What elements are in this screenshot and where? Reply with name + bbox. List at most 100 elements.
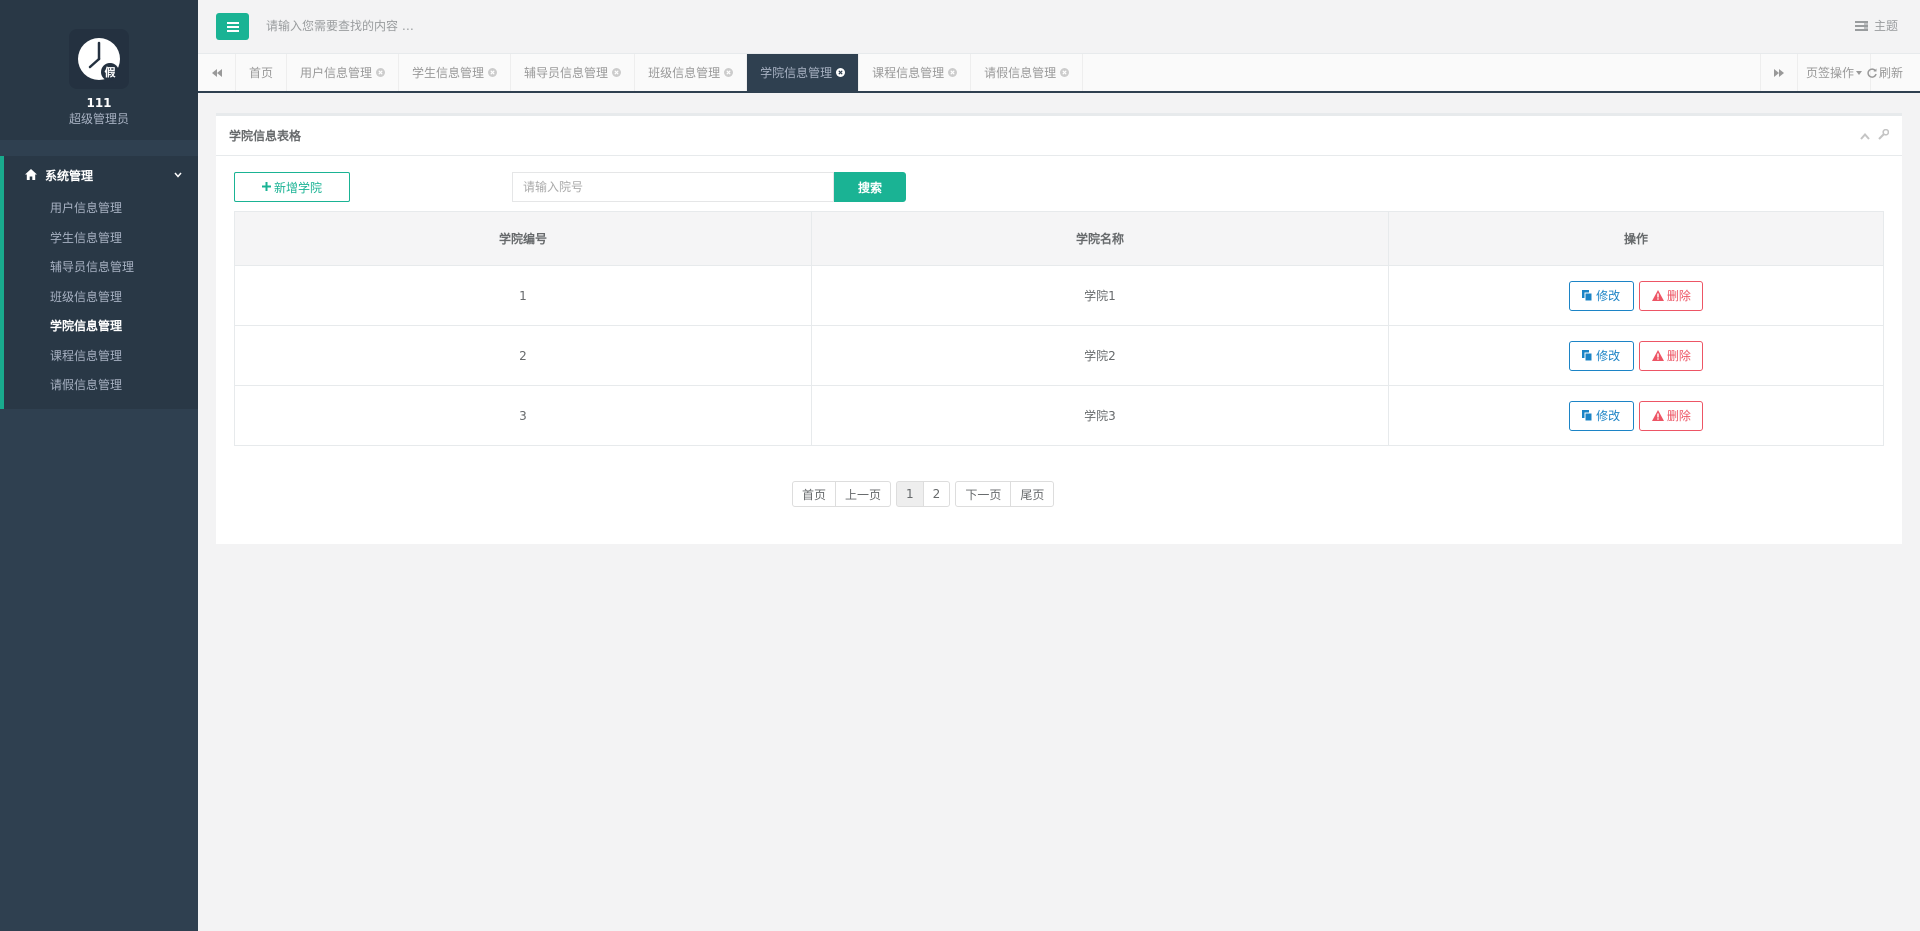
- page-tabs-bar: 首页 用户信息管理 学生信息管理 辅导员信息管理 班级信息管理 学院信息管理 课…: [198, 54, 1920, 93]
- column-header-name: 学院名称: [811, 211, 1389, 266]
- close-icon[interactable]: [724, 68, 734, 77]
- pagination-pages-group: 1 2: [896, 481, 951, 507]
- chevron-down-icon: [174, 172, 182, 178]
- nav-group-label: 系统管理: [45, 168, 94, 183]
- page-button-2[interactable]: 2: [922, 481, 951, 507]
- close-icon[interactable]: [612, 68, 622, 77]
- page-button-1[interactable]: 1: [896, 481, 924, 507]
- app-logo[interactable]: 假: [69, 29, 129, 89]
- panel-tools: [1860, 128, 1890, 143]
- tab-leave[interactable]: 请假信息管理: [971, 54, 1084, 91]
- hamburger-icon: [226, 21, 239, 32]
- delete-label: 删除: [1666, 409, 1691, 423]
- close-icon[interactable]: [836, 68, 846, 77]
- tasks-icon: [1854, 20, 1868, 31]
- edit-label: 修改: [1596, 289, 1621, 303]
- tab-college[interactable]: 学院信息管理: [747, 54, 860, 91]
- tab-operations-dropdown[interactable]: 页签操作: [1798, 54, 1872, 91]
- tab-user[interactable]: 用户信息管理: [287, 54, 400, 91]
- tab-student[interactable]: 学生信息管理: [399, 54, 512, 91]
- pagination-prev-group: 首页 上一页: [792, 481, 892, 507]
- delete-button[interactable]: 删除: [1639, 280, 1704, 311]
- close-icon[interactable]: [488, 68, 498, 77]
- chevron-up-icon[interactable]: [1860, 129, 1870, 143]
- caret-down-icon: [1856, 70, 1863, 75]
- tab-label: 学院信息管理: [760, 66, 833, 80]
- user-name[interactable]: 111: [0, 95, 198, 111]
- first-page-button[interactable]: 首页: [792, 481, 837, 507]
- wrench-icon[interactable]: [1878, 128, 1890, 143]
- home-icon: [25, 169, 39, 181]
- add-college-button[interactable]: 新增学院: [234, 172, 350, 202]
- close-icon[interactable]: [948, 68, 958, 77]
- last-page-button[interactable]: 尾页: [1010, 481, 1055, 507]
- global-search-input[interactable]: [266, 15, 666, 37]
- next-page-button[interactable]: 下一页: [955, 481, 1012, 507]
- search-button[interactable]: 搜索: [834, 172, 906, 202]
- edit-button[interactable]: 修改: [1568, 400, 1634, 431]
- sidebar-item-student[interactable]: 学生信息管理: [4, 224, 198, 254]
- delete-button[interactable]: 删除: [1639, 400, 1704, 431]
- column-header-actions: 操作: [1388, 211, 1884, 266]
- cell-college-id: 1: [234, 265, 812, 326]
- tab-label: 用户信息管理: [300, 66, 373, 80]
- plus-icon: [261, 180, 271, 194]
- tab-operations-label: 页签操作: [1806, 66, 1855, 80]
- pagination: 首页 上一页 1 2 下一页 尾页: [792, 481, 1055, 507]
- table-row: 2 学院2 修改 删除: [234, 325, 1884, 386]
- tab-label: 班级信息管理: [648, 66, 721, 80]
- edit-button[interactable]: 修改: [1568, 340, 1634, 371]
- sidebar-item-counselor[interactable]: 辅导员信息管理: [4, 253, 198, 283]
- profile: 假 111 超级管理员: [0, 0, 198, 140]
- warning-icon: [1651, 410, 1664, 421]
- tabs-scroll-left-button[interactable]: [198, 54, 236, 91]
- edit-button[interactable]: 修改: [1568, 280, 1634, 311]
- nav-group-header[interactable]: 系统管理: [4, 156, 198, 194]
- cell-college-name: 学院3: [811, 385, 1389, 446]
- cell-college-id: 3: [234, 385, 812, 446]
- cell-college-name: 学院1: [811, 265, 1389, 326]
- menu-toggle-button[interactable]: [216, 13, 249, 40]
- table-header-row: 学院编号 学院名称 操作: [234, 211, 1884, 266]
- table-row: 3 学院3 修改 删除: [234, 385, 1884, 446]
- column-header-id: 学院编号: [234, 211, 812, 266]
- refresh-button[interactable]: 刷新: [1867, 54, 1903, 91]
- tab-label: 课程信息管理: [872, 66, 945, 80]
- delete-label: 删除: [1666, 289, 1691, 303]
- close-icon[interactable]: [376, 68, 386, 77]
- college-id-search-input[interactable]: [512, 172, 834, 202]
- sidebar-item-college[interactable]: 学院信息管理: [4, 312, 198, 342]
- nav-group-system: 系统管理 用户信息管理 学生信息管理 辅导员信息管理 班级信息管理 学院信息管理…: [0, 156, 198, 409]
- tab-label: 首页: [249, 66, 274, 80]
- topbar: 主题: [198, 0, 1920, 54]
- tab-home[interactable]: 首页: [236, 54, 288, 91]
- cell-actions: 修改 删除: [1388, 265, 1884, 326]
- theme-label: 主题: [1873, 19, 1898, 33]
- panel-header: 学院信息表格: [216, 116, 1902, 156]
- user-role: 超级管理员: [68, 112, 129, 126]
- sidebar-item-class[interactable]: 班级信息管理: [4, 283, 198, 313]
- delete-label: 删除: [1666, 349, 1691, 363]
- prev-page-button[interactable]: 上一页: [835, 481, 892, 507]
- tab-label: 辅导员信息管理: [524, 66, 609, 80]
- tab-counselor[interactable]: 辅导员信息管理: [511, 54, 636, 91]
- panel-title: 学院信息表格: [229, 129, 302, 143]
- sidebar-item-user[interactable]: 用户信息管理: [4, 194, 198, 224]
- cell-college-id: 2: [234, 325, 812, 386]
- tabs-scroll-right-button[interactable]: [1760, 54, 1798, 91]
- tabs: 首页 用户信息管理 学生信息管理 辅导员信息管理 班级信息管理 学院信息管理 课…: [236, 54, 1084, 91]
- close-icon[interactable]: [1060, 68, 1070, 77]
- tab-class[interactable]: 班级信息管理: [635, 54, 748, 91]
- logo-text: 假: [105, 65, 117, 79]
- sidebar-item-leave[interactable]: 请假信息管理: [4, 371, 198, 401]
- copy-icon: [1582, 350, 1593, 361]
- pagination-next-group: 下一页 尾页: [955, 481, 1055, 507]
- forward-icon: [1774, 68, 1784, 77]
- warning-icon: [1651, 350, 1664, 361]
- edit-label: 修改: [1596, 349, 1621, 363]
- backward-icon: [211, 68, 222, 77]
- delete-button[interactable]: 删除: [1639, 340, 1704, 371]
- tab-course[interactable]: 课程信息管理: [859, 54, 972, 91]
- theme-button[interactable]: 主题: [1854, 17, 1898, 34]
- sidebar-item-course[interactable]: 课程信息管理: [4, 342, 198, 372]
